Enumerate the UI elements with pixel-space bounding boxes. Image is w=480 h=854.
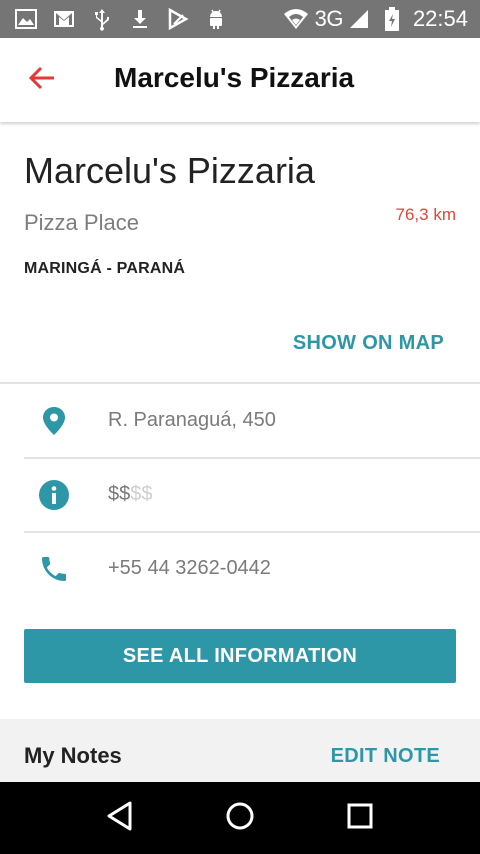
app-bar: Marcelu's Pizzaria (0, 38, 480, 122)
usb-icon (90, 7, 114, 31)
download-icon (128, 7, 152, 31)
place-category: Pizza Place (24, 210, 139, 235)
circle-home-icon (225, 801, 255, 836)
square-recents-icon (346, 802, 374, 835)
city-label: MARINGÁ - PARANÁ (24, 260, 186, 277)
place-name: Marcelu's Pizzaria (24, 150, 315, 191)
location-pin-icon (38, 405, 70, 437)
nav-back-button[interactable] (102, 800, 138, 836)
phone-number: +55 44 3262-0442 (108, 557, 271, 579)
system-status: 3G 22:54 (283, 0, 468, 38)
page-title: Marcelu's Pizzaria (114, 62, 355, 93)
notes-title: My Notes (24, 743, 122, 768)
price-level: $$$$ (108, 483, 153, 506)
phone-icon (38, 553, 70, 585)
image-icon (14, 7, 38, 31)
notification-icons (14, 7, 228, 31)
arrow-left-icon (28, 66, 56, 95)
clock: 22:54 (412, 6, 468, 31)
navigation-bar (0, 782, 480, 854)
phone-row[interactable]: +55 44 3262-0442 (0, 533, 480, 605)
distance-label: 76,3 km (395, 205, 456, 224)
nav-home-button[interactable] (222, 800, 258, 836)
show-on-map-button[interactable]: SHOW ON MAP (293, 332, 444, 355)
wifi-icon (283, 8, 309, 30)
android-icon (204, 7, 228, 31)
price-level-active: $$ (108, 483, 131, 505)
edit-note-button[interactable]: EDIT NOTE (331, 745, 440, 768)
see-all-information-button[interactable]: SEE ALL INFORMATION (24, 629, 456, 683)
network-type: 3G (314, 6, 344, 31)
address-text: R. Paranaguá, 450 (108, 409, 276, 431)
battery-icon (384, 7, 399, 31)
notes-section: My Notes EDIT NOTE (0, 719, 480, 782)
play-store-icon (166, 7, 190, 31)
triangle-back-icon (106, 801, 134, 836)
signal-icon (349, 9, 369, 29)
back-button[interactable] (22, 60, 62, 100)
address-row[interactable]: R. Paranaguá, 450 (0, 385, 480, 457)
section-divider (0, 382, 480, 384)
nav-recents-button[interactable] (342, 800, 378, 836)
status-bar: 3G 22:54 (0, 0, 480, 38)
info-icon (38, 479, 70, 511)
price-row[interactable]: $$$$ (0, 459, 480, 531)
price-level-inactive: $$ (130, 483, 153, 505)
gmail-icon (52, 7, 76, 31)
